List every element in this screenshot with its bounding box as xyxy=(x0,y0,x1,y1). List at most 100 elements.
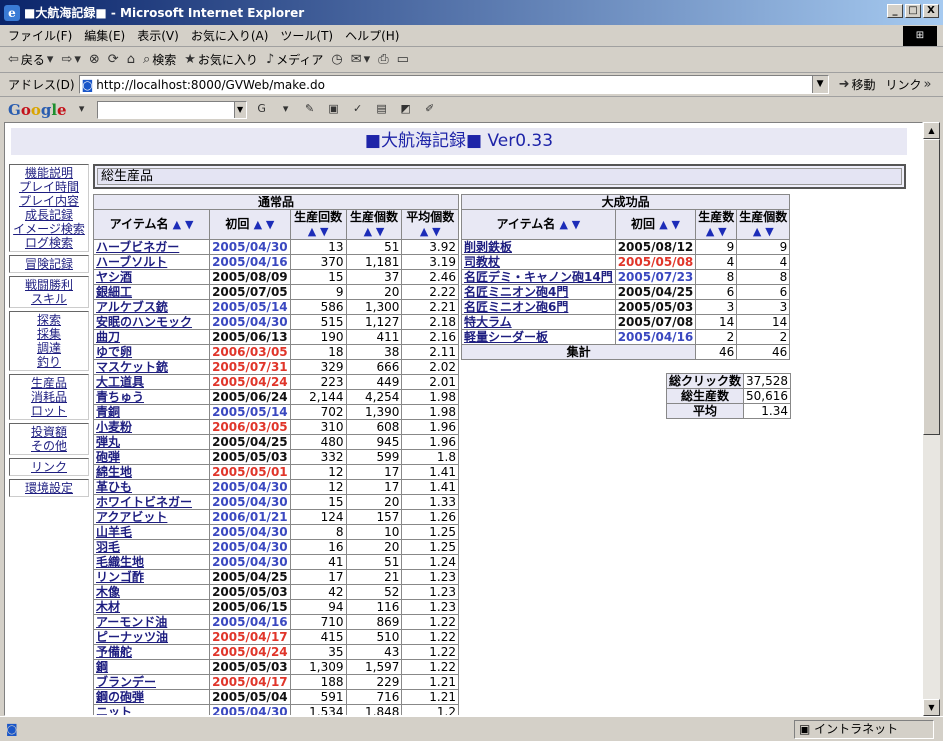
google-logo[interactable]: Google xyxy=(8,101,67,119)
highlight-icon[interactable]: ✐ xyxy=(421,102,439,118)
item-link[interactable]: アーモンド油 xyxy=(96,616,167,629)
item-link[interactable]: ハーブソルト xyxy=(96,256,167,269)
scroll-thumb[interactable] xyxy=(923,139,940,435)
spellcheck-icon[interactable]: ✓ xyxy=(349,102,367,118)
item-link[interactable]: 革ひも xyxy=(96,481,132,494)
item-link[interactable]: 特大ラム xyxy=(464,316,512,329)
sort-arrows-icon[interactable]: ▲ ▼ xyxy=(254,218,275,231)
item-link[interactable]: 山羊毛 xyxy=(96,526,132,539)
item-link[interactable]: 綿生地 xyxy=(96,466,132,479)
sort-arrows-icon[interactable]: ▲ ▼ xyxy=(706,225,727,238)
menu-help[interactable]: ヘルプ(H) xyxy=(345,27,399,44)
media-button[interactable]: ♪ メディア xyxy=(266,51,323,68)
item-link[interactable]: 名匠ミニオン砲4門 xyxy=(464,286,568,299)
sort-arrows-icon[interactable]: ▲ ▼ xyxy=(173,218,194,231)
sidebar-item[interactable]: 生産品 xyxy=(10,376,88,390)
menu-tools[interactable]: ツール(T) xyxy=(280,27,333,44)
item-link[interactable]: 青ちゅう xyxy=(96,391,144,404)
item-link[interactable]: 司教杖 xyxy=(464,256,500,269)
item-link[interactable]: マスケット銃 xyxy=(96,361,168,374)
sidebar-item[interactable]: 投資額 xyxy=(10,425,88,439)
edit-button[interactable]: ▭ xyxy=(397,52,409,67)
item-link[interactable]: リンゴ酢 xyxy=(96,571,144,584)
sort-arrows-icon[interactable]: ▲ ▼ xyxy=(659,218,680,231)
go-button[interactable]: ➜ 移動 xyxy=(839,76,876,93)
google-search-input[interactable]: ▼ xyxy=(96,100,247,119)
folder-icon[interactable]: ▤ xyxy=(373,102,391,118)
sidebar-item[interactable]: 釣り xyxy=(10,355,88,369)
sidebar-item[interactable]: 冒険記録 xyxy=(10,257,88,271)
sort-arrows-icon[interactable]: ▲ ▼ xyxy=(753,225,774,238)
item-link[interactable]: 羽毛 xyxy=(96,541,120,554)
print-button[interactable]: ⎙ xyxy=(378,52,388,67)
item-link[interactable]: 木材 xyxy=(96,601,120,614)
close-button[interactable]: X xyxy=(923,4,939,18)
sidebar-item[interactable]: ログ検索 xyxy=(10,236,88,250)
sidebar-item[interactable]: 環境設定 xyxy=(10,481,88,495)
sidebar-item[interactable]: プレイ時間 xyxy=(10,180,88,194)
menu-edit[interactable]: 編集(E) xyxy=(84,27,125,44)
item-link[interactable]: ピーナッツ油 xyxy=(96,631,168,644)
forward-button[interactable]: ⇨ ▾ xyxy=(61,52,80,67)
item-link[interactable]: アルケブス銃 xyxy=(96,301,168,314)
item-link[interactable]: ヤシ酒 xyxy=(96,271,132,284)
menu-file[interactable]: ファイル(F) xyxy=(8,27,72,44)
sidebar-item[interactable]: スキル xyxy=(10,292,88,306)
sidebar-item[interactable]: 採集 xyxy=(10,327,88,341)
sidebar-item[interactable]: 消耗品 xyxy=(10,390,88,404)
scroll-up-icon[interactable]: ▲ xyxy=(923,122,940,139)
google-search-icon[interactable]: G xyxy=(253,102,271,118)
favorites-button[interactable]: ★ お気に入り xyxy=(184,51,258,68)
item-link[interactable]: ニット xyxy=(96,706,132,716)
item-link[interactable]: 小麦粉 xyxy=(96,421,132,434)
item-link[interactable]: 予備舵 xyxy=(96,646,132,659)
menu-view[interactable]: 表示(V) xyxy=(137,27,179,44)
back-button[interactable]: ⇦ 戻る ▾ xyxy=(8,51,53,68)
popup-blocker-icon[interactable]: ▣ xyxy=(325,102,343,118)
item-link[interactable]: 弾丸 xyxy=(96,436,120,449)
sidebar-item[interactable]: 探索 xyxy=(10,313,88,327)
translate-icon[interactable]: ◩ xyxy=(397,102,415,118)
sidebar-item[interactable]: リンク xyxy=(10,460,88,474)
item-link[interactable]: 木像 xyxy=(96,586,120,599)
sidebar-item[interactable]: 成長記録 xyxy=(10,208,88,222)
dropdown-icon[interactable]: ▼ xyxy=(233,101,246,118)
item-link[interactable]: 軽量シーダー板 xyxy=(464,331,548,344)
item-link[interactable]: ハーブビネガー xyxy=(96,241,179,254)
item-link[interactable]: アクアビット xyxy=(96,511,167,524)
sidebar-item[interactable]: プレイ内容 xyxy=(10,194,88,208)
sidebar-item[interactable]: ロット xyxy=(10,404,88,418)
item-link[interactable]: 曲刀 xyxy=(96,331,120,344)
refresh-button[interactable]: ⟳ xyxy=(108,52,119,67)
item-link[interactable]: ゆで卵 xyxy=(96,346,132,359)
item-link[interactable]: 毛織生地 xyxy=(96,556,144,569)
maximize-button[interactable]: □ xyxy=(905,4,921,18)
sort-arrows-icon[interactable]: ▲ ▼ xyxy=(308,225,329,238)
links-button[interactable]: リンク » xyxy=(886,76,932,93)
stop-button[interactable]: ⊗ xyxy=(89,52,100,67)
scroll-down-icon[interactable]: ▼ xyxy=(923,699,940,716)
sort-arrows-icon[interactable]: ▲ ▼ xyxy=(364,225,385,238)
address-input[interactable]: ◙ http://localhost:8000/GVWeb/make.do ▼ xyxy=(78,75,829,94)
item-link[interactable]: 名匠ミニオン砲6門 xyxy=(464,301,568,314)
item-link[interactable]: 大工道具 xyxy=(96,376,144,389)
minimize-button[interactable]: _ xyxy=(887,4,903,18)
sidebar-item[interactable]: 調達 xyxy=(10,341,88,355)
history-button[interactable]: ◷ xyxy=(331,52,342,67)
pagerank-icon[interactable]: ✎ xyxy=(301,102,319,118)
vertical-scrollbar[interactable]: ▲ ▼ xyxy=(923,122,940,716)
sort-arrows-icon[interactable]: ▲ ▼ xyxy=(420,225,441,238)
sidebar-item[interactable]: 戦闘勝利 xyxy=(10,278,88,292)
item-link[interactable]: 名匠デミ・キャノン砲14門 xyxy=(464,271,613,284)
menu-favorites[interactable]: お気に入り(A) xyxy=(191,27,269,44)
item-link[interactable]: 鋼の砲弾 xyxy=(96,691,144,704)
dropdown-icon[interactable]: ▾ xyxy=(277,102,295,118)
item-link[interactable]: 砲弾 xyxy=(96,451,120,464)
item-link[interactable]: 銀細工 xyxy=(96,286,132,299)
item-link[interactable]: ホワイトビネガー xyxy=(96,496,192,509)
address-dropdown-icon[interactable]: ▼ xyxy=(811,76,828,93)
item-link[interactable]: 安眠のハンモック xyxy=(96,316,192,329)
item-link[interactable]: 青銅 xyxy=(96,406,120,419)
sidebar-item[interactable]: その他 xyxy=(10,439,88,453)
sort-arrows-icon[interactable]: ▲ ▼ xyxy=(559,218,580,231)
